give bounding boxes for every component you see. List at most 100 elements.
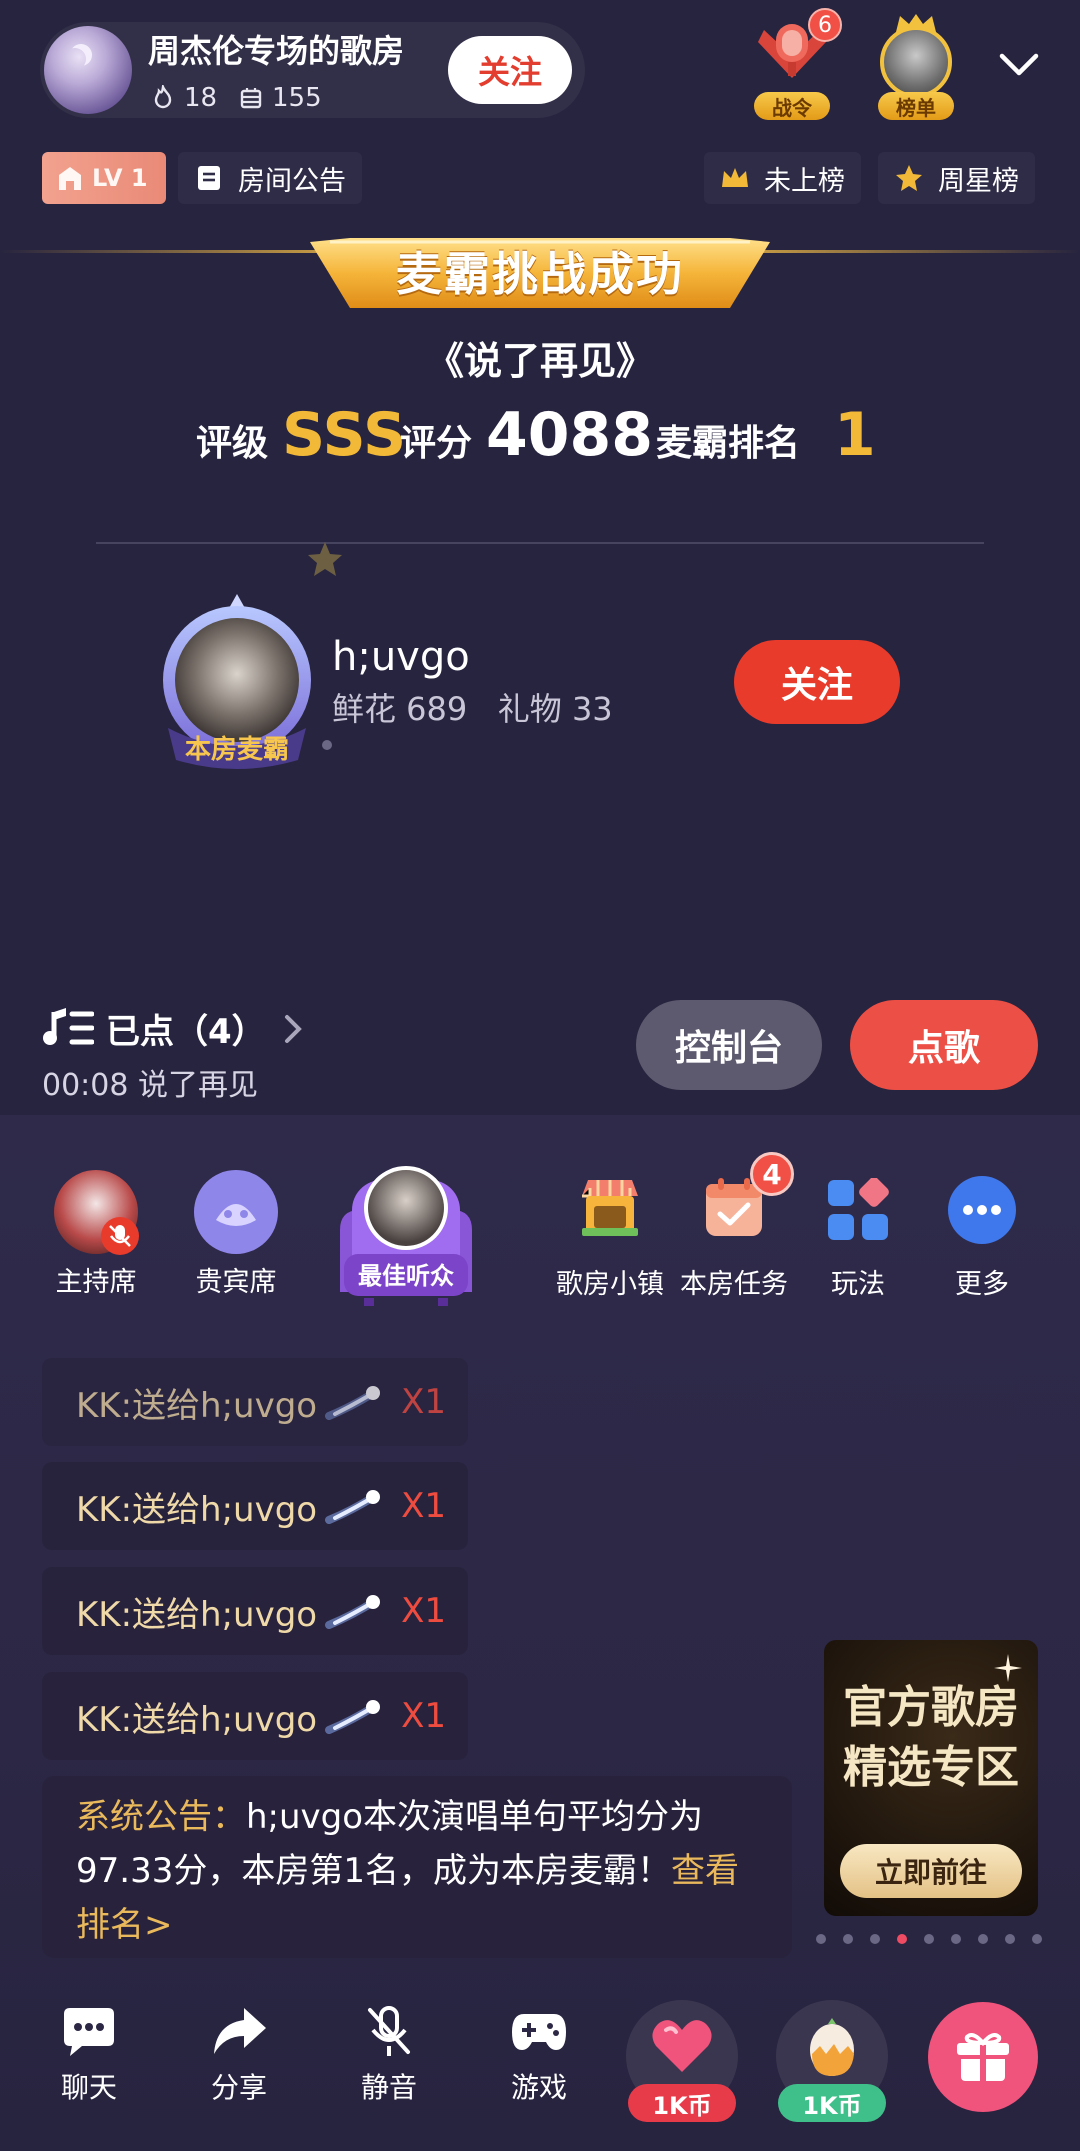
egg-gift-button[interactable]: 1K币 [776, 2000, 888, 2122]
weekly-star-button[interactable]: 周星榜 [878, 152, 1035, 204]
top-rank-avatar [880, 26, 952, 98]
promo-line-2: 精选专区 [843, 1742, 1019, 1793]
pager-dot [951, 1934, 961, 1944]
rank-group: 麦霸排名 1 [656, 400, 876, 472]
promo-pager [816, 1934, 1042, 1944]
gift-count: X1 [401, 1486, 447, 1526]
heart-gift-button[interactable]: 1K币 [626, 2000, 738, 2122]
zhanling-label: 战令 [754, 92, 830, 120]
promo-card[interactable]: 官方歌房 精选专区 立即前往 [824, 1640, 1038, 1916]
grade-group: 评级 SSS [196, 400, 406, 472]
sparkle-star-icon [308, 542, 342, 576]
not-ranked-label: 未上榜 [764, 165, 845, 197]
system-announcement[interactable]: 系统公告：h;uvgo本次演唱单句平均分为97.33分，本房第1名，成为本房麦霸… [42, 1776, 792, 1958]
pager-dot-active [897, 1934, 907, 1944]
gift-count: X1 [401, 1591, 447, 1631]
tasks-count-badge: 4 [750, 1152, 794, 1196]
chevron-right-icon[interactable] [284, 1014, 302, 1044]
mute-label: 静音 [360, 2071, 417, 2104]
chat-bubble-icon [64, 2008, 114, 2056]
score-value: 4088 [486, 400, 654, 470]
guest-seat-icon [194, 1170, 278, 1254]
egg-gift-price: 1K币 [778, 2084, 886, 2122]
song-queue-icon[interactable] [42, 1006, 94, 1050]
rank-value: 1 [834, 400, 876, 470]
mute-button[interactable]: 静音 [334, 2006, 444, 2106]
pager-dot [843, 1934, 853, 1944]
crown-icon [722, 168, 748, 187]
gift-message[interactable]: KK:送给h;uvgo X1 [42, 1567, 468, 1655]
pager-dot [870, 1934, 880, 1944]
star-icon [896, 165, 922, 191]
champion-stats: 鲜花 689 礼物 33 [332, 690, 613, 728]
console-button[interactable]: 控制台 [636, 1000, 822, 1090]
host-seat[interactable] [54, 1170, 139, 1255]
play-modes-icon[interactable] [826, 1178, 890, 1242]
not-ranked-button[interactable]: 未上榜 [704, 152, 861, 204]
heart-icon [652, 2020, 712, 2072]
room-avatar[interactable] [44, 26, 132, 114]
chat-label: 聊天 [60, 2071, 117, 2104]
sparkle-dot [322, 740, 332, 750]
game-label: 游戏 [510, 2071, 567, 2104]
queue-label[interactable]: 已点（4） [106, 1004, 266, 1053]
chat-button[interactable]: 聊天 [34, 2006, 144, 2106]
more-label: 更多 [955, 1269, 1009, 1300]
share-arrow-icon [214, 2008, 266, 2054]
order-song-button[interactable]: 点歌 [850, 1000, 1038, 1090]
guest-seat[interactable] [194, 1170, 278, 1254]
champion-name[interactable]: h;uvgo [332, 634, 470, 680]
gift-count: X1 [401, 1382, 447, 1422]
announcement-button[interactable]: 房间公告 [178, 152, 362, 204]
pager-dot [816, 1934, 826, 1944]
member-count: 155 [272, 83, 322, 113]
member-stat: 155 [238, 82, 322, 114]
game-button[interactable]: 游戏 [484, 2006, 594, 2106]
share-button[interactable]: 分享 [184, 2006, 294, 2106]
comet-gift-icon [325, 1595, 381, 1629]
rank-label: 麦霸排名 [656, 423, 801, 464]
pager-dot [1032, 1934, 1042, 1944]
mic-muted-icon [101, 1217, 139, 1255]
grade-value: SSS [282, 400, 407, 470]
grade-label: 评级 [196, 423, 269, 464]
rank-list-button[interactable]: 榜单 [874, 12, 958, 120]
pager-dot [924, 1934, 934, 1944]
room-level-badge[interactable]: LV 1 [42, 152, 166, 204]
rank-label: 榜单 [878, 92, 954, 120]
gamepad-icon [512, 2014, 566, 2050]
gift-box-icon [957, 2033, 1009, 2081]
members-icon [240, 88, 262, 109]
best-listener-seat[interactable]: 最佳听众 [330, 1160, 482, 1312]
gift-message[interactable]: KK:送给h;uvgo X1 [42, 1462, 468, 1550]
gift-button[interactable] [928, 2002, 1038, 2112]
room-title: 周杰伦专场的歌房 [148, 32, 405, 70]
best-listener-label: 最佳听众 [358, 1263, 454, 1290]
champion-title: 本房麦霸 [185, 734, 289, 764]
promo-go-button[interactable]: 立即前往 [840, 1844, 1022, 1898]
document-icon [198, 166, 220, 190]
chevron-down-icon[interactable] [998, 52, 1040, 78]
weekly-star-label: 周星榜 [938, 165, 1019, 197]
gift-message[interactable]: KK:送给h;uvgo X1 [42, 1672, 468, 1760]
system-prefix: 系统公告： [76, 1797, 246, 1837]
zhanling-button[interactable]: 战令 6 [750, 8, 842, 120]
follow-room-button[interactable]: 关注 [448, 36, 572, 104]
champion-avatar-frame[interactable]: 本房麦霸 [148, 588, 326, 774]
gift-message-text: KK:送给h;uvgo [76, 1385, 318, 1426]
egg-icon [810, 2018, 854, 2076]
gift-message[interactable]: KK:送给h;uvgo X1 [42, 1358, 468, 1446]
result-divider [96, 542, 984, 544]
comet-gift-icon [325, 1386, 381, 1420]
more-icon[interactable] [948, 1176, 1016, 1244]
promo-line-1: 官方歌房 [843, 1682, 1019, 1733]
follow-champion-button[interactable]: 关注 [734, 640, 900, 724]
town-icon[interactable] [578, 1176, 642, 1240]
gift-message-text: KK:送给h;uvgo [76, 1699, 318, 1740]
announcement-label: 房间公告 [238, 165, 346, 197]
gift-message-text: KK:送给h;uvgo [76, 1594, 318, 1635]
house-icon [59, 167, 81, 190]
promo-title: 官方歌房 精选专区 [824, 1678, 1038, 1798]
score-group: 评分 4088 [400, 400, 653, 472]
now-playing: 00:08 说了再见 [42, 1068, 258, 1103]
